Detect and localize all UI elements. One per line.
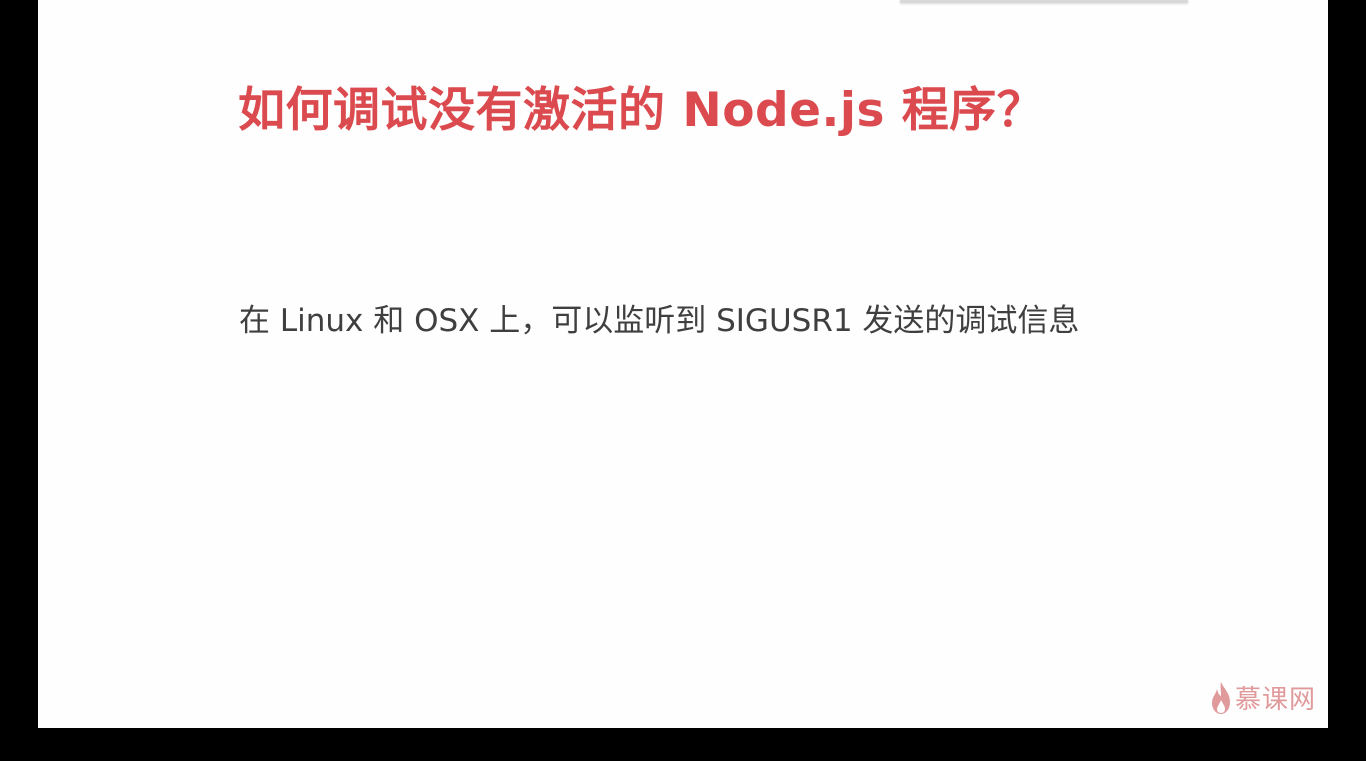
video-frame: 如何调试没有激活的 Node.js 程序？ 在 Linux 和 OSX 上，可以… bbox=[0, 0, 1366, 761]
flame-icon bbox=[1209, 680, 1233, 720]
top-overlay-strip bbox=[900, 0, 1188, 3]
watermark-logo: 慕课网 bbox=[1209, 680, 1316, 720]
presentation-slide: 如何调试没有激活的 Node.js 程序？ 在 Linux 和 OSX 上，可以… bbox=[38, 0, 1328, 728]
slide-title: 如何调试没有激活的 Node.js 程序？ bbox=[238, 83, 1045, 138]
slide-body-text: 在 Linux 和 OSX 上，可以监听到 SIGUSR1 发送的调试信息 bbox=[239, 303, 1080, 339]
watermark-text: 慕课网 bbox=[1234, 685, 1316, 715]
